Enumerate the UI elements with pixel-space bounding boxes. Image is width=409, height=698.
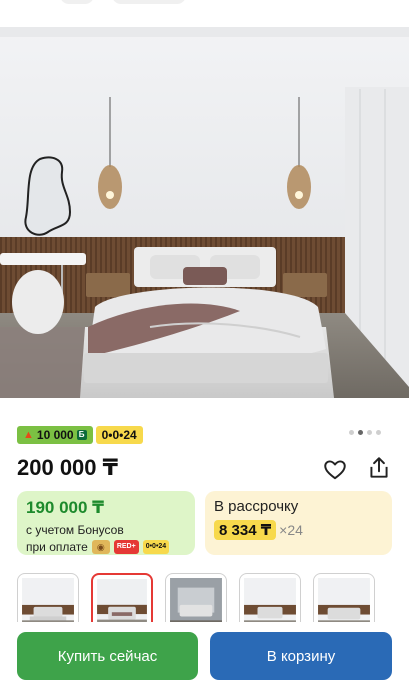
gallery-dot bbox=[367, 430, 372, 435]
installment-mini-badge: 0•0•24 bbox=[142, 540, 170, 554]
installment-badge: 0•0•24 bbox=[95, 426, 143, 444]
heart-icon[interactable] bbox=[322, 456, 348, 482]
bonus-badge: ▲ 10 000 Б bbox=[17, 426, 93, 444]
bonus-price-card[interactable]: 190 000 ₸ с учетом Бонусов при оплате ◉ … bbox=[17, 491, 195, 555]
share-icon[interactable] bbox=[366, 455, 392, 481]
bottom-action-bar: Купить сейчас В корзину bbox=[0, 622, 409, 698]
add-to-cart-button[interactable]: В корзину bbox=[210, 632, 392, 680]
product-price: 200 000 ₸ bbox=[17, 455, 118, 480]
gallery-dot bbox=[376, 430, 381, 435]
wallet-icon: ◉ bbox=[91, 540, 110, 554]
bonus-note-line2-row: при оплате ◉ RED+ 0•0•24 bbox=[26, 540, 186, 554]
buy-now-button[interactable]: Купить сейчас bbox=[17, 632, 198, 680]
header-chip[interactable] bbox=[60, 0, 94, 4]
red-plus-badge: RED+ bbox=[113, 540, 139, 554]
header-strip bbox=[0, 0, 409, 26]
gallery-dot-active bbox=[358, 430, 363, 435]
installment-amount-row: 8 334 ₸ ×24 bbox=[214, 520, 383, 540]
gallery-dots bbox=[349, 430, 381, 435]
product-badges: ▲ 10 000 Б 0•0•24 bbox=[17, 426, 143, 444]
flame-icon: ▲ bbox=[23, 429, 34, 441]
bonus-coin-icon: Б bbox=[76, 430, 87, 440]
header-chip[interactable] bbox=[112, 0, 186, 4]
installment-amount: 8 334 ₸ bbox=[214, 520, 277, 540]
bonus-note-line1: с учетом Бонусов bbox=[26, 523, 124, 537]
installment-months: ×24 bbox=[279, 522, 303, 538]
gallery-dot bbox=[349, 430, 354, 435]
installment-label: В рассрочку bbox=[214, 498, 299, 515]
product-photo[interactable] bbox=[0, 27, 409, 398]
bonus-note-line2: при оплате bbox=[26, 540, 88, 554]
bonus-price: 190 000 ₸ bbox=[26, 498, 105, 517]
installment-card[interactable]: В рассрочку 8 334 ₸ ×24 bbox=[205, 491, 392, 555]
bonus-badge-amount: 10 000 bbox=[36, 428, 74, 442]
